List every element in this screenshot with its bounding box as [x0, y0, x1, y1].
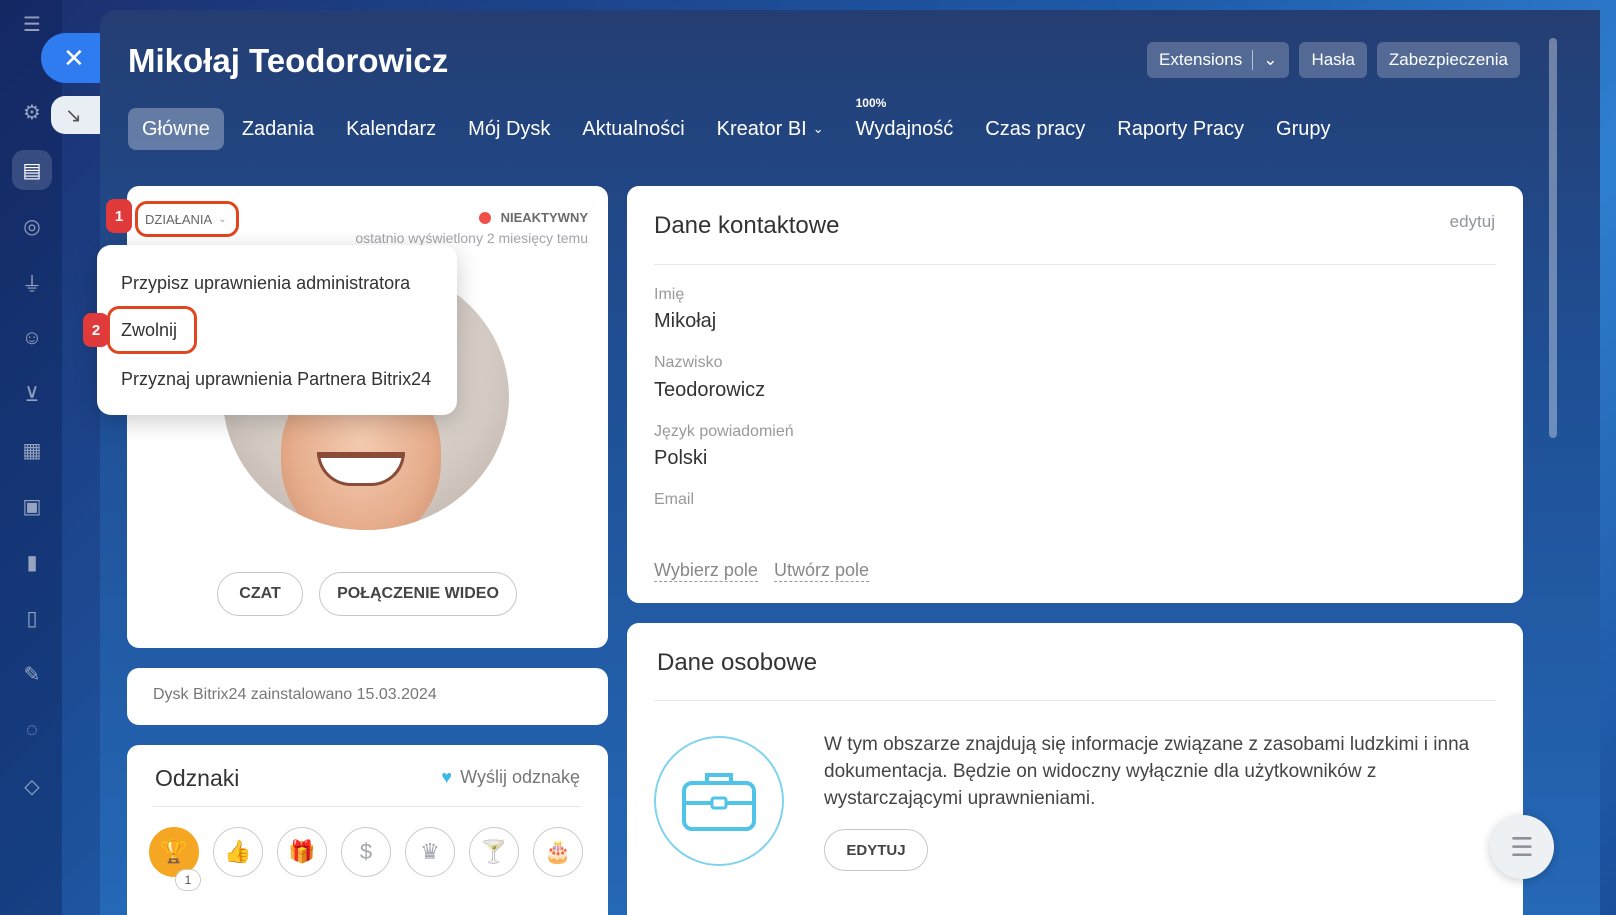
last-name-value: Teodorowicz [654, 379, 766, 401]
tab-worktime[interactable]: Czas pracy [971, 108, 1099, 150]
tab-news[interactable]: Aktualności [568, 108, 698, 150]
last-seen-text: ostatnio wyświetlony 2 miesięcy temu [355, 230, 588, 246]
send-badge-link[interactable]: ♥ Wyślij odznakę [441, 767, 580, 788]
status-dot-icon [478, 211, 491, 224]
status-label: NIEAKTYWNY [500, 210, 588, 225]
first-name-value: Mikołaj [654, 310, 717, 332]
edit-personal-button[interactable]: EDYTUJ [824, 829, 928, 871]
tab-efficiency-label: Wydajność [855, 117, 954, 140]
chevron-down-icon[interactable]: ⌄ [1263, 50, 1277, 70]
menu-item-fire[interactable]: Zwolnij [121, 320, 177, 341]
settings-icon[interactable]: ◌ [12, 710, 52, 750]
contact-data-card: Dane kontaktowe edytuj Imię Mikołaj Nazw… [627, 186, 1523, 603]
language-label: Język powiadomień [654, 423, 794, 440]
video-call-button[interactable]: POŁĄCZENIE WIDEO [319, 572, 517, 616]
minimize-slider-button[interactable]: ↘ [51, 96, 101, 134]
language-value: Polski [654, 447, 708, 469]
gift-badge-icon[interactable]: 🎁 [277, 827, 327, 877]
cart-icon[interactable]: ⊻ [12, 374, 52, 414]
last-name-label: Nazwisko [654, 354, 723, 371]
briefcase-icon [654, 736, 784, 866]
tab-efficiency[interactable]: 100% Wydajność [842, 96, 968, 150]
tab-calendar[interactable]: Kalendarz [332, 108, 450, 150]
close-slider-button[interactable]: ✕ [41, 33, 103, 83]
cake-badge-icon[interactable]: 🎂 [533, 827, 583, 877]
tab-groups[interactable]: Grupy [1262, 108, 1344, 150]
callout-badge-2: 2 [83, 313, 109, 347]
choose-field-link[interactable]: Wybierz pole [654, 560, 758, 582]
actions-button[interactable]: DZIAŁANIA ⌄ [135, 201, 239, 237]
callout-badge-1: 1 [106, 199, 132, 233]
box-icon[interactable]: ◇ [12, 766, 52, 806]
first-name-label: Imię [654, 286, 685, 303]
page-title: Mikołaj Teodorowicz [128, 42, 449, 79]
create-field-link[interactable]: Utwórz pole [774, 560, 870, 582]
badge-count: 1 [175, 869, 201, 891]
heart-icon: ♥ [441, 767, 453, 787]
menu-item-grant-partner[interactable]: Przyznaj uprawnienia Partnera Bitrix24 [121, 369, 431, 390]
menu-item-assign-admin[interactable]: Przypisz uprawnienia administratora [121, 273, 410, 294]
robot-icon[interactable]: ☺ [12, 318, 52, 358]
send-badge-label: Wyślij odznakę [460, 767, 580, 787]
disk-info-card: Dysk Bitrix24 zainstalowano 15.03.2024 [127, 668, 608, 725]
list-icon: ☰ [1510, 831, 1534, 862]
personal-title: Dane osobowe [657, 649, 818, 676]
chat-button[interactable]: CZAT [217, 572, 303, 616]
actions-label: DZIAŁANIA [145, 211, 213, 227]
scrollbar[interactable] [1549, 38, 1557, 438]
funnel-icon[interactable]: ⏚ [12, 262, 52, 302]
pen-icon[interactable]: ✎ [12, 654, 52, 694]
left-navigation: ☰ ⚙ ▤ ◎ ⏚ ☺ ⊻ ▦ ▣ ▮ ▯ ✎ ◌ ◇ [0, 0, 62, 915]
tab-tasks[interactable]: Zadania [228, 108, 328, 150]
badges-card: Odznaki ♥ Wyślij odznakę 🏆 1 👍 🎁 $ ♛ 🍸 🎂 [127, 745, 608, 915]
email-label: Email [654, 491, 695, 508]
actions-dropdown-menu: Przypisz uprawnienia administratora Zwol… [97, 245, 457, 415]
chart-icon[interactable]: ▮ [12, 542, 52, 582]
contact-title: Dane kontaktowe [654, 212, 840, 239]
profile-tabs: Główne Zadania Kalendarz Mój Dysk Aktual… [128, 96, 1348, 150]
money-bag-badge-icon[interactable]: $ [341, 827, 391, 877]
tab-my-drive[interactable]: Mój Dysk [454, 108, 564, 150]
badges-title: Odznaki [155, 765, 240, 791]
passwords-button[interactable]: Hasła [1299, 42, 1367, 78]
tab-work-reports[interactable]: Raporty Pracy [1103, 108, 1258, 150]
chevron-down-icon: ⌄ [218, 213, 227, 225]
calendar-icon[interactable]: ▣ [12, 486, 52, 526]
document-icon[interactable]: ▯ [12, 598, 52, 638]
status-badge: NIEAKTYWNY [478, 210, 588, 225]
chevron-down-icon: ⌄ [812, 121, 824, 136]
help-menu-button[interactable]: ☰ [1490, 815, 1554, 879]
network-icon[interactable]: ⚙ [12, 92, 52, 132]
extensions-button[interactable]: Extensions ⌄ [1147, 42, 1290, 78]
profile-slider-panel: Mikołaj Teodorowicz Extensions ⌄ Hasła Z… [100, 10, 1600, 915]
tab-bi-builder[interactable]: Kreator BI ⌄ [703, 108, 838, 150]
tab-bi-builder-label: Kreator BI [716, 117, 807, 140]
personal-description: W tym obszarze znajdują się informacje z… [824, 734, 1470, 809]
efficiency-badge: 100% [855, 96, 887, 110]
target-icon[interactable]: ◎ [12, 206, 52, 246]
close-icon: ✕ [63, 42, 85, 73]
security-button[interactable]: Zabezpieczenia [1376, 42, 1520, 78]
tab-main[interactable]: Główne [128, 108, 224, 150]
extensions-label: Extensions [1159, 50, 1243, 69]
contact-card-icon[interactable]: ▤ [12, 150, 52, 190]
header-actions: Extensions ⌄ Hasła Zabezpieczenia [1147, 42, 1520, 78]
personal-data-card: Dane osobowe W tym obszarze znajdują się… [627, 623, 1523, 915]
store-icon[interactable]: ▦ [12, 430, 52, 470]
arrow-down-right-icon: ↘ [65, 104, 82, 127]
crown-badge-icon[interactable]: ♛ [405, 827, 455, 877]
cocktail-badge-icon[interactable]: 🍸 [469, 827, 519, 877]
disk-info-text: Dysk Bitrix24 zainstalowano 15.03.2024 [153, 686, 437, 703]
edit-contact-link[interactable]: edytuj [1450, 212, 1495, 232]
thumbs-up-badge-icon[interactable]: 👍 [213, 827, 263, 877]
menu-icon[interactable]: ☰ [12, 4, 52, 44]
